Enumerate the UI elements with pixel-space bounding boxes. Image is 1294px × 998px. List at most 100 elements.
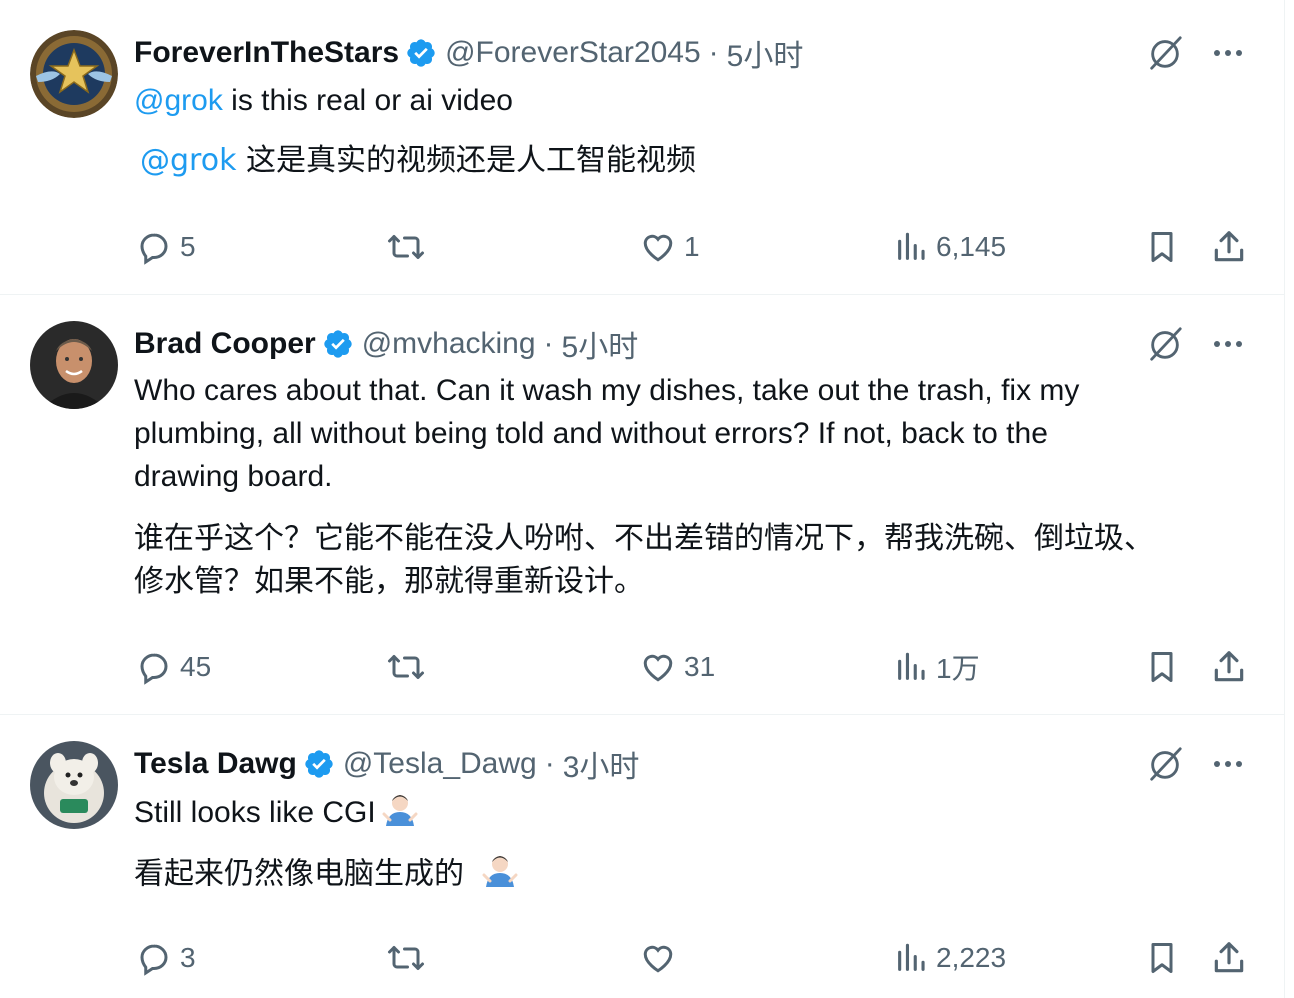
verified-badge-icon: [322, 328, 354, 360]
views-action[interactable]: 1万: [894, 647, 980, 687]
reply-top-actions: [1146, 324, 1244, 364]
mention-link[interactable]: @grok: [140, 143, 236, 178]
separator-dot: ·: [544, 747, 555, 780]
text-line: Who cares about that. Can it wash my dis…: [134, 374, 1080, 407]
user-handle[interactable]: @mvhacking: [362, 327, 536, 361]
reply-bubble-icon: [136, 940, 172, 976]
display-name[interactable]: Brad Cooper: [134, 327, 316, 361]
bookmark-action[interactable]: [1144, 647, 1180, 687]
person-shrugging-emoji: [382, 790, 418, 838]
display-name[interactable]: Tesla Dawg: [134, 747, 297, 781]
reply-header: ForeverInTheStars @ForeverStar2045 · 5小时: [134, 33, 803, 73]
reply-3[interactable]: Tesla Dawg @Tesla_Dawg · 3小时 Still looks…: [0, 715, 1284, 998]
reply-2[interactable]: Brad Cooper @mvhacking · 5小时 Who cares a…: [0, 295, 1284, 715]
like-action[interactable]: 31: [640, 647, 715, 687]
views-bar-icon: [894, 229, 928, 265]
timestamp[interactable]: 5小时: [562, 322, 639, 366]
separator-dot: ·: [708, 36, 719, 69]
repost-icon: [386, 940, 426, 976]
views-bar-icon: [894, 649, 928, 685]
text-line: 谁在乎这个？它能不能在没人吩咐、不出差错的情况下，帮我洗碗、倒垃圾、: [134, 521, 1154, 556]
reply-count: 3: [180, 942, 196, 973]
views-count: 6,145: [936, 231, 1007, 262]
views-count: 2,223: [936, 942, 1007, 973]
bookmark-action[interactable]: [1144, 227, 1180, 267]
repost-action[interactable]: [386, 227, 434, 267]
reply-top-actions: [1146, 33, 1244, 73]
repost-action[interactable]: [386, 647, 434, 687]
text-content: is this real or ai video: [222, 84, 513, 117]
reply-action[interactable]: 5: [136, 227, 196, 267]
verified-badge-icon: [303, 748, 335, 780]
text-line-cn: 看起来仍然像电脑生成的: [134, 851, 1234, 899]
reply-text: Who cares about that. Can it wash my dis…: [134, 369, 1234, 498]
share-action[interactable]: [1210, 227, 1248, 267]
bookmark-icon: [1144, 228, 1180, 266]
person-shrugging-emoji: [482, 851, 518, 899]
verified-badge-icon: [405, 37, 437, 69]
repost-action[interactable]: [386, 938, 434, 978]
reply-count: 5: [180, 231, 196, 262]
avatar[interactable]: [30, 321, 118, 409]
share-icon: [1210, 939, 1248, 977]
heart-icon: [640, 229, 676, 265]
views-action[interactable]: 2,223: [894, 938, 1006, 978]
bookmark-icon: [1144, 648, 1180, 686]
avatar[interactable]: [30, 741, 118, 829]
reply-1[interactable]: ForeverInTheStars @ForeverStar2045 · 5小时…: [0, 0, 1284, 295]
like-count: 1: [684, 231, 700, 262]
timestamp[interactable]: 3小时: [563, 742, 640, 786]
separator-dot: ·: [543, 327, 554, 360]
user-handle[interactable]: @Tesla_Dawg: [343, 747, 537, 781]
reply-text: Still looks like CGI: [134, 790, 1234, 838]
reply-translation: 看起来仍然像电脑生成的: [134, 851, 1234, 899]
action-bar: 5 1 6,145: [0, 227, 1284, 267]
reply-action[interactable]: 3: [136, 938, 196, 978]
text-content: 看起来仍然像电脑生成的: [134, 856, 464, 892]
text-line-cn: @grok 这是真实的视频还是人工智能视频: [140, 139, 1240, 182]
reply-bubble-icon: [136, 649, 172, 685]
text-line-en: @grok is this real or ai video: [134, 79, 1234, 122]
reply-translation: @grok 这是真实的视频还是人工智能视频: [140, 139, 1240, 182]
bookmark-icon: [1144, 939, 1180, 977]
text-line-en: Still looks like CGI: [134, 790, 1234, 838]
display-name[interactable]: ForeverInTheStars: [134, 36, 399, 70]
views-bar-icon: [894, 940, 928, 976]
share-action[interactable]: [1210, 647, 1248, 687]
heart-icon: [640, 940, 676, 976]
action-bar: 45 31 1万: [0, 647, 1284, 687]
mention-link[interactable]: @grok: [134, 84, 223, 117]
timestamp[interactable]: 5小时: [727, 31, 804, 75]
reply-top-actions: [1146, 744, 1244, 784]
avatar[interactable]: [30, 30, 118, 118]
share-action[interactable]: [1210, 938, 1248, 978]
reply-bubble-icon: [136, 229, 172, 265]
text-line: drawing board.: [134, 460, 333, 493]
reply-translation: 谁在乎这个？它能不能在没人吩咐、不出差错的情况下，帮我洗碗、倒垃圾、 修水管？如…: [134, 517, 1234, 603]
grok-slash-icon[interactable]: [1146, 325, 1184, 363]
like-action[interactable]: [640, 938, 684, 978]
grok-slash-icon[interactable]: [1146, 34, 1184, 72]
share-icon: [1210, 648, 1248, 686]
text-content: Still looks like CGI: [134, 795, 376, 829]
repost-icon: [386, 229, 426, 265]
reply-action[interactable]: 45: [136, 647, 211, 687]
repost-icon: [386, 649, 426, 685]
bookmark-action[interactable]: [1144, 938, 1180, 978]
views-count: 1万: [936, 653, 980, 684]
text-content: 这是真实的视频还是人工智能视频: [236, 143, 696, 178]
reply-header: Brad Cooper @mvhacking · 5小时: [134, 324, 638, 364]
user-handle[interactable]: @ForeverStar2045: [445, 36, 701, 70]
more-dots-icon[interactable]: [1212, 338, 1244, 350]
views-action[interactable]: 6,145: [894, 227, 1006, 267]
share-icon: [1210, 228, 1248, 266]
reply-text: @grok is this real or ai video: [134, 79, 1234, 122]
more-dots-icon[interactable]: [1212, 758, 1244, 770]
like-action[interactable]: 1: [640, 227, 700, 267]
grok-slash-icon[interactable]: [1146, 745, 1184, 783]
heart-icon: [640, 649, 676, 685]
action-bar: 3 2,223: [0, 938, 1284, 978]
more-dots-icon[interactable]: [1212, 47, 1244, 59]
like-count: 31: [684, 651, 716, 682]
timeline-border: [1284, 0, 1285, 998]
